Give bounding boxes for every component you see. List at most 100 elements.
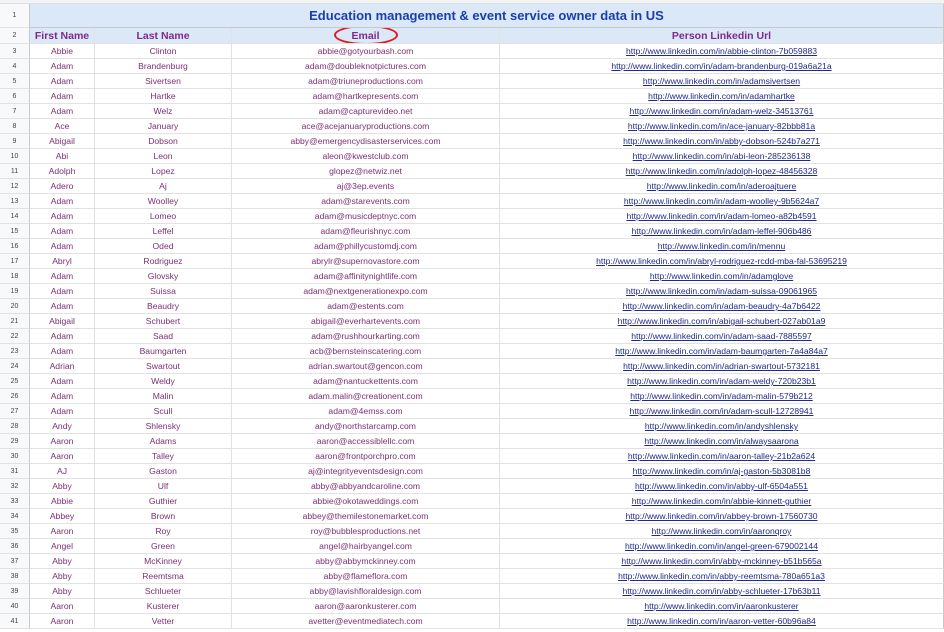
row-number[interactable]: 33 [0,494,30,509]
header-first-name[interactable]: First Name [30,28,95,44]
row-number[interactable]: 5 [0,74,30,89]
cell-last-name[interactable]: Brandenburg [95,59,232,74]
cell-linkedin-url[interactable]: http://www.linkedin.com/in/adam-saad-788… [500,329,944,344]
cell-email[interactable]: adam@triuneproductions.com [232,74,500,89]
header-email[interactable]: Email [232,28,500,44]
cell-email[interactable]: abby@abbyandcaroline.com [232,479,500,494]
cell-last-name[interactable]: Reemtsma [95,569,232,584]
cell-last-name[interactable]: Ulf [95,479,232,494]
row-number[interactable]: 24 [0,359,30,374]
cell-linkedin-url[interactable]: http://www.linkedin.com/in/adam-brandenb… [500,59,944,74]
cell-last-name[interactable]: Suissa [95,284,232,299]
cell-last-name[interactable]: Dobson [95,134,232,149]
cell-last-name[interactable]: Lopez [95,164,232,179]
cell-email[interactable]: aaron@frontporchpro.com [232,449,500,464]
cell-email[interactable]: roy@bubblesproductions.net [232,524,500,539]
cell-email[interactable]: abby@emergencydisasterservices.com [232,134,500,149]
cell-last-name[interactable]: Clinton [95,44,232,59]
cell-first-name[interactable]: Adam [30,74,95,89]
cell-email[interactable]: adam@starevents.com [232,194,500,209]
cell-last-name[interactable]: Guthier [95,494,232,509]
cell-linkedin-url[interactable]: http://www.linkedin.com/in/abby-mckinney… [500,554,944,569]
cell-last-name[interactable]: January [95,119,232,134]
row-number[interactable]: 17 [0,254,30,269]
cell-first-name[interactable]: Adam [30,104,95,119]
cell-linkedin-url[interactable]: http://www.linkedin.com/in/abby-schluete… [500,584,944,599]
cell-last-name[interactable]: Hartke [95,89,232,104]
cell-first-name[interactable]: Adam [30,404,95,419]
cell-first-name[interactable]: Abby [30,569,95,584]
cell-email[interactable]: abby@flameflora.com [232,569,500,584]
row-number[interactable]: 15 [0,224,30,239]
cell-email[interactable]: abbie@okotaweddings.com [232,494,500,509]
cell-email[interactable]: adam@fleurishnyc.com [232,224,500,239]
cell-first-name[interactable]: Adam [30,239,95,254]
row-number[interactable]: 3 [0,44,30,59]
cell-linkedin-url[interactable]: http://www.linkedin.com/in/adam-lomeo-a8… [500,209,944,224]
cell-email[interactable]: adrian.swartout@gencon.com [232,359,500,374]
cell-linkedin-url[interactable]: http://www.linkedin.com/in/abryl-rodrigu… [500,254,944,269]
row-number[interactable]: 41 [0,614,30,629]
cell-email[interactable]: avetter@eventmediatech.com [232,614,500,629]
cell-email[interactable]: adam.malin@creationent.com [232,389,500,404]
cell-linkedin-url[interactable]: http://www.linkedin.com/in/adolph-lopez-… [500,164,944,179]
cell-email[interactable]: glopez@netwiz.net [232,164,500,179]
row-number[interactable]: 31 [0,464,30,479]
cell-first-name[interactable]: Abi [30,149,95,164]
cell-first-name[interactable]: Aaron [30,449,95,464]
row-number[interactable]: 38 [0,569,30,584]
cell-linkedin-url[interactable]: http://www.linkedin.com/in/abby-dobson-5… [500,134,944,149]
cell-first-name[interactable]: AJ [30,464,95,479]
row-number[interactable]: 27 [0,404,30,419]
cell-linkedin-url[interactable]: http://www.linkedin.com/in/aderoajtuere [500,179,944,194]
cell-first-name[interactable]: Abbey [30,509,95,524]
cell-last-name[interactable]: Sivertsen [95,74,232,89]
cell-linkedin-url[interactable]: http://www.linkedin.com/in/adamglove [500,269,944,284]
row-number[interactable]: 19 [0,284,30,299]
cell-linkedin-url[interactable]: http://www.linkedin.com/in/abby-ulf-6504… [500,479,944,494]
cell-linkedin-url[interactable]: http://www.linkedin.com/in/alwaysaarona [500,434,944,449]
cell-linkedin-url[interactable]: http://www.linkedin.com/in/adam-weldy-72… [500,374,944,389]
row-number[interactable]: 14 [0,209,30,224]
cell-email[interactable]: ace@acejanuaryproductions.com [232,119,500,134]
cell-first-name[interactable]: Adam [30,224,95,239]
cell-first-name[interactable]: Adam [30,284,95,299]
cell-email[interactable]: adam@nextgenerationexpo.com [232,284,500,299]
cell-last-name[interactable]: Weldy [95,374,232,389]
row-number[interactable]: 35 [0,524,30,539]
sheet-title[interactable]: Education management & event service own… [30,4,944,28]
cell-linkedin-url[interactable]: http://www.linkedin.com/in/adrian-swarto… [500,359,944,374]
row-number[interactable]: 23 [0,344,30,359]
row-number[interactable]: 20 [0,299,30,314]
row-number[interactable]: 2 [0,28,30,44]
cell-linkedin-url[interactable]: http://www.linkedin.com/in/adam-woolley-… [500,194,944,209]
cell-last-name[interactable]: Oded [95,239,232,254]
cell-linkedin-url[interactable]: http://www.linkedin.com/in/adamhartke [500,89,944,104]
cell-first-name[interactable]: Abby [30,554,95,569]
row-number[interactable]: 18 [0,269,30,284]
cell-linkedin-url[interactable]: http://www.linkedin.com/in/adam-suissa-0… [500,284,944,299]
cell-last-name[interactable]: Baumgarten [95,344,232,359]
cell-last-name[interactable]: Shlensky [95,419,232,434]
cell-first-name[interactable]: Andy [30,419,95,434]
cell-last-name[interactable]: Rodriguez [95,254,232,269]
cell-last-name[interactable]: Adams [95,434,232,449]
cell-last-name[interactable]: Schubert [95,314,232,329]
cell-last-name[interactable]: Leon [95,149,232,164]
cell-first-name[interactable]: Aaron [30,599,95,614]
row-number[interactable]: 7 [0,104,30,119]
cell-first-name[interactable]: Abigail [30,134,95,149]
cell-first-name[interactable]: Abigail [30,314,95,329]
cell-first-name[interactable]: Abbie [30,494,95,509]
cell-linkedin-url[interactable]: http://www.linkedin.com/in/adam-baumgart… [500,344,944,359]
row-number[interactable]: 25 [0,374,30,389]
cell-last-name[interactable]: Schlueter [95,584,232,599]
cell-linkedin-url[interactable]: http://www.linkedin.com/in/adam-beaudry-… [500,299,944,314]
cell-linkedin-url[interactable]: http://www.linkedin.com/in/abby-reemtsma… [500,569,944,584]
cell-first-name[interactable]: Adolph [30,164,95,179]
cell-email[interactable]: adam@4emss.com [232,404,500,419]
cell-email[interactable]: abby@lavishfloraldesign.com [232,584,500,599]
cell-email[interactable]: aaron@aaronkusterer.com [232,599,500,614]
cell-last-name[interactable]: Kusterer [95,599,232,614]
cell-last-name[interactable]: Woolley [95,194,232,209]
